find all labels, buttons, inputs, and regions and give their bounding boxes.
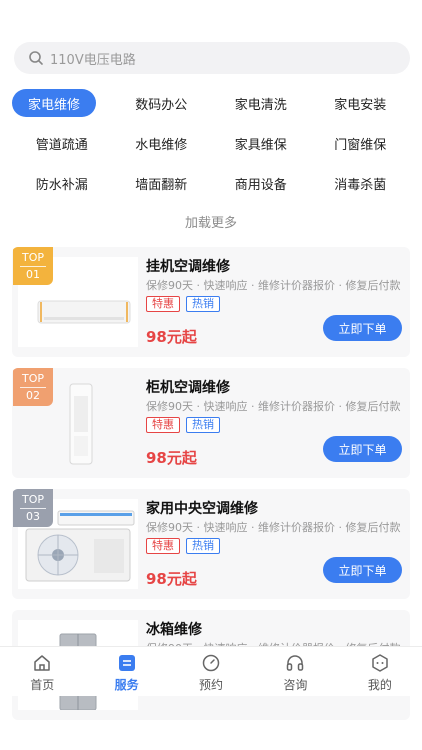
category-digital-office[interactable]: 数码办公: [112, 89, 212, 117]
tab-label: 首页: [30, 678, 55, 692]
search-placeholder: 110V电压电路: [50, 52, 136, 68]
category-disinfection[interactable]: 消毒杀菌: [311, 169, 411, 197]
headset-icon: [287, 655, 304, 671]
rank-badge: TOP 03: [13, 489, 53, 527]
category-appliance-cleaning[interactable]: 家电清洗: [211, 89, 311, 117]
tab-label: 预约: [199, 678, 224, 692]
home-icon: [34, 655, 50, 671]
bottom-tab-bar: 首页 服务 预约 咨询 我的: [0, 646, 422, 696]
order-button[interactable]: 立即下单: [323, 436, 402, 462]
badge-top-text: TOP: [21, 371, 44, 385]
product-desc: 保修90天 · 快速响应 · 维修计价器报价 · 修复后付款: [146, 279, 401, 292]
tab-label: 服务: [114, 678, 139, 692]
rank-badge: TOP 01: [13, 247, 53, 285]
product-title: 家用中央空调维修: [146, 501, 258, 517]
category-plumbing-electric[interactable]: 水电维修: [112, 129, 212, 157]
product-desc: 保修90天 · 快速响应 · 维修计价器报价 · 修复后付款: [146, 400, 401, 413]
tab-home[interactable]: 首页: [0, 647, 84, 696]
category-door-window[interactable]: 门窗维保: [311, 129, 411, 157]
product-card[interactable]: TOP 01 挂机空调维修 保修90天 · 快速响应 · 维修计价器报价 · 修…: [12, 247, 410, 357]
product-desc: 保修90天 · 快速响应 · 维修计价器报价 · 修复后付款: [146, 521, 401, 534]
search-icon: [29, 51, 43, 65]
service-icon: [118, 655, 135, 671]
product-card[interactable]: TOP 03 家用中央空调维修 保修90天 · 快速响应 · 维修计价器报价 ·…: [12, 489, 410, 599]
order-button[interactable]: 立即下单: [323, 557, 402, 583]
product-price: 98元起: [146, 449, 197, 467]
tag-discount: 特惠: [146, 296, 180, 312]
tag-hot: 热销: [186, 296, 220, 312]
tab-label: 咨询: [283, 678, 308, 692]
product-card[interactable]: TOP 02 柜机空调维修 保修90天 · 快速响应 · 维修计价器报价 · 修…: [12, 368, 410, 478]
order-button[interactable]: 立即下单: [323, 315, 402, 341]
tab-profile[interactable]: 我的: [338, 647, 422, 696]
product-title: 柜机空调维修: [146, 380, 230, 396]
load-more-button[interactable]: 加载更多: [0, 212, 422, 231]
tag-hot: 热销: [186, 417, 220, 433]
tag-discount: 特惠: [146, 417, 180, 433]
clock-icon: [202, 654, 220, 672]
search-bar[interactable]: 110V电压电路: [14, 42, 410, 74]
badge-top-text: TOP: [21, 250, 44, 264]
category-grid: 家电维修 数码办公 家电清洗 家电安装 管道疏通 水电维修 家具维保 门窗维保 …: [12, 89, 410, 197]
category-wall-renovation[interactable]: 墙面翻新: [112, 169, 212, 197]
badge-top-text: TOP: [21, 492, 44, 506]
tag-hot: 热销: [186, 538, 220, 554]
badge-rank-number: 01: [26, 267, 40, 281]
tag-discount: 特惠: [146, 538, 180, 554]
product-price: 98元起: [146, 570, 197, 588]
category-appliance-repair[interactable]: 家电维修: [12, 89, 96, 117]
badge-rank-number: 02: [26, 388, 40, 402]
tab-label: 我的: [367, 678, 392, 692]
rank-badge: TOP 02: [13, 368, 53, 406]
category-commercial[interactable]: 商用设备: [211, 169, 311, 197]
category-furniture[interactable]: 家具维保: [211, 129, 311, 157]
tab-consult[interactable]: 咨询: [253, 647, 337, 696]
profile-icon: [372, 654, 388, 672]
badge-rank-number: 03: [26, 509, 40, 523]
tab-service[interactable]: 服务: [84, 647, 168, 696]
category-waterproof[interactable]: 防水补漏: [12, 169, 112, 197]
product-title: 挂机空调维修: [146, 259, 230, 275]
category-appliance-install[interactable]: 家电安装: [311, 89, 411, 117]
product-price: 98元起: [146, 328, 197, 346]
product-title: 冰箱维修: [146, 622, 202, 638]
tab-appointment[interactable]: 预约: [169, 647, 253, 696]
category-pipe-dredging[interactable]: 管道疏通: [12, 129, 112, 157]
